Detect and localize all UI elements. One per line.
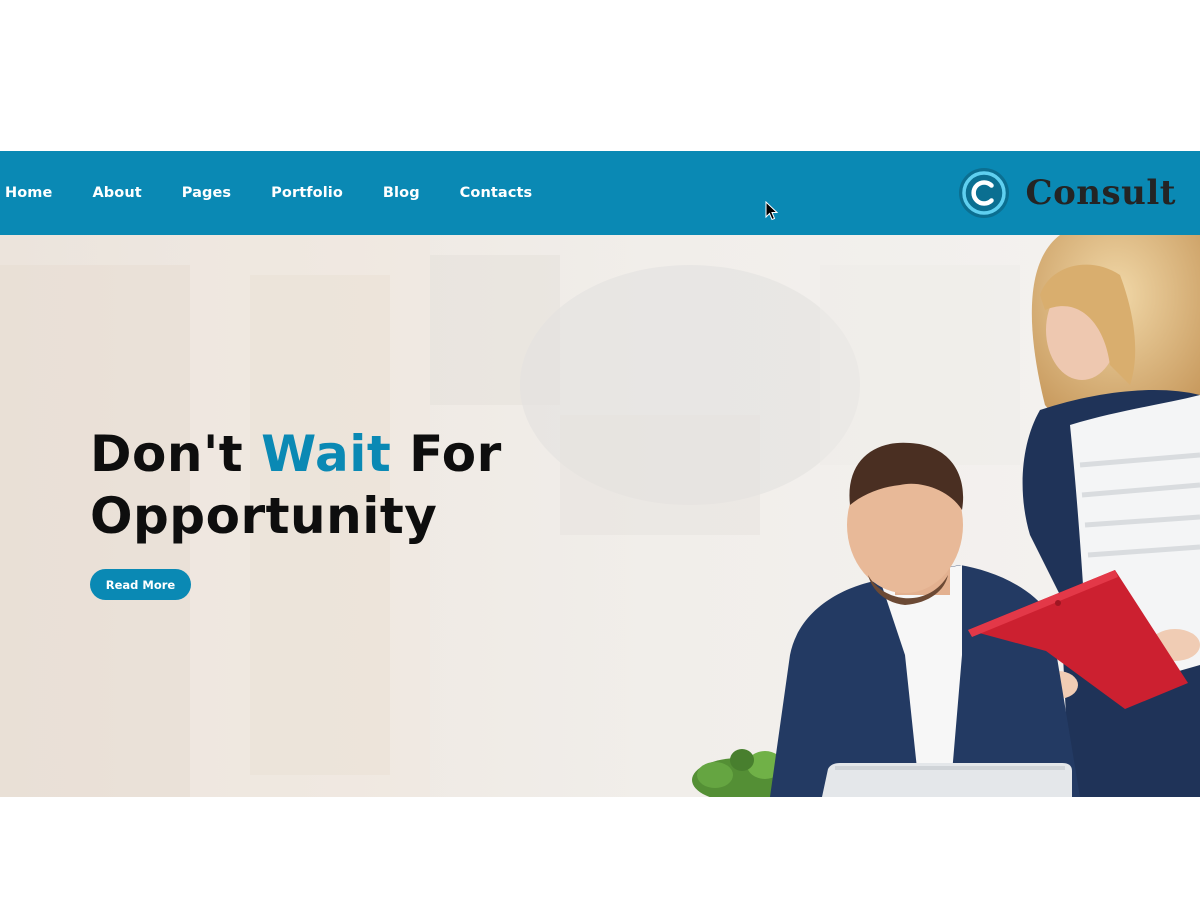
nav-item-about[interactable]: About	[92, 185, 141, 201]
top-navbar: Home About Pages Portfolio Blog Contacts…	[0, 151, 1200, 235]
page: Home About Pages Portfolio Blog Contacts…	[0, 0, 1200, 900]
nav-item-blog[interactable]: Blog	[383, 185, 420, 201]
hero-title: Don't Wait For Opportunity	[90, 423, 502, 547]
brand-name: Consult	[1025, 173, 1176, 213]
mouse-cursor-icon	[765, 201, 779, 221]
main-nav-menu: Home About Pages Portfolio Blog Contacts	[0, 151, 532, 235]
nav-item-contacts[interactable]: Contacts	[460, 185, 533, 201]
nav-item-portfolio[interactable]: Portfolio	[271, 185, 343, 201]
hero-title-part2: For	[391, 425, 502, 483]
hero-title-line2: Opportunity	[90, 487, 438, 545]
hero-title-accent: Wait	[261, 425, 392, 483]
c-ring-logo-icon	[958, 168, 1009, 218]
read-more-button[interactable]: Read More	[90, 569, 191, 600]
hero-section: Don't Wait For Opportunity Read More	[0, 235, 1200, 797]
nav-item-pages[interactable]: Pages	[182, 185, 231, 201]
hero-title-part1: Don't	[90, 425, 262, 483]
nav-item-home[interactable]: Home	[5, 185, 52, 201]
brand-logo-link[interactable]: Consult	[958, 151, 1176, 235]
